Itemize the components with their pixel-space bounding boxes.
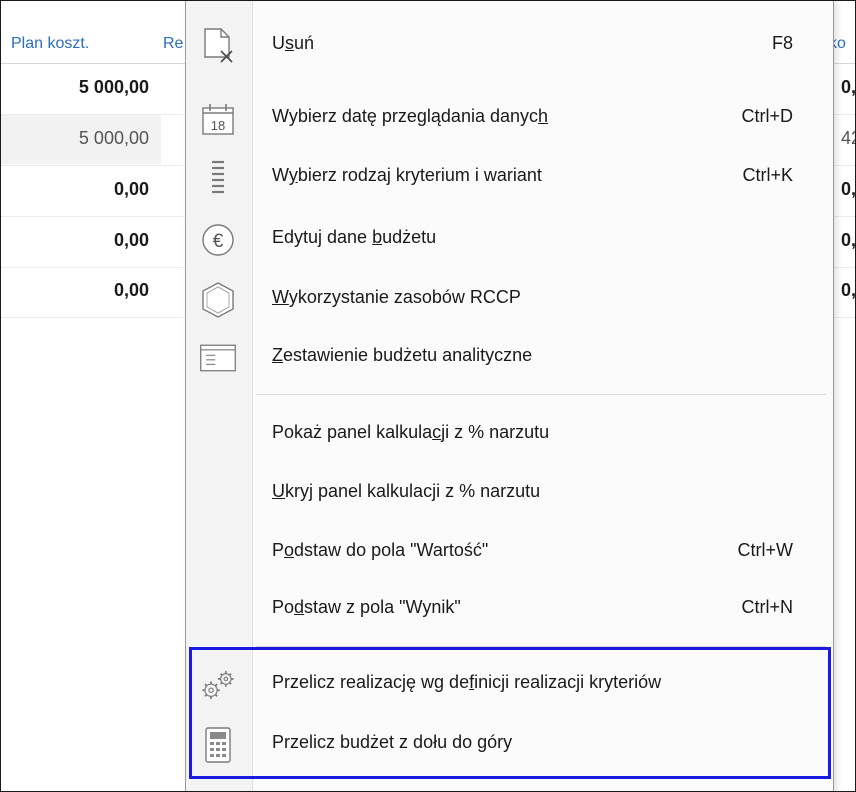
table-cell-value: 5 000,00: [78, 77, 149, 97]
menu-item-pokaz-panel[interactable]: Pokaż panel kalkulacji z % narzutu: [186, 406, 833, 462]
resource-cube-icon: [198, 282, 238, 318]
menu-item-zestawienie-budzetu[interactable]: Zestawienie budżetu analityczne: [186, 329, 833, 385]
svg-text:€: €: [213, 231, 224, 252]
menu-item-wybierz-date[interactable]: 18 Wybierz datę przeglądania danych Ctrl…: [186, 90, 833, 146]
calendar-icon: 18: [198, 102, 238, 136]
table-cell-edge: 42: [841, 128, 855, 148]
column-header-re[interactable]: Re: [163, 35, 183, 53]
table-cell-edge: 0,: [841, 230, 856, 250]
menu-item-label: Usuń: [272, 33, 315, 53]
menu-item-label: Ukryj panel kalkulacji z % narzutu: [272, 481, 541, 501]
menu-item-wybierz-rodzaj[interactable]: Wybierz rodzaj kryterium i wariant Ctrl+…: [186, 149, 833, 205]
menu-item-ukryj-panel[interactable]: Ukryj panel kalkulacji z % narzutu: [186, 465, 833, 521]
menu-item-label: Podstaw do pola "Wartość": [272, 540, 489, 560]
menu-separator: [256, 394, 826, 395]
analytic-report-icon: [198, 341, 238, 375]
table-cell-edge: 0,: [841, 179, 856, 199]
table-cell-value: 0,00: [113, 230, 149, 250]
menu-item-label: Pokaż panel kalkulacji z % narzutu: [272, 422, 550, 442]
table-cell-value: 5 000,00: [78, 128, 149, 148]
menu-item-label: Wybierz rodzaj kryterium i wariant: [272, 165, 542, 185]
menu-item-podstaw-do-pola[interactable]: Podstaw do pola "Wartość" Ctrl+W: [186, 524, 833, 580]
criteria-list-icon: [198, 160, 238, 195]
menu-item-label: Wybierz datę przeglądania danych: [272, 106, 549, 126]
menu-item-podstaw-z-pola[interactable]: Podstaw z pola "Wynik" Ctrl+N: [186, 581, 833, 637]
menu-item-usun[interactable]: Usuń F8: [186, 17, 833, 73]
menu-item-shortcut: Ctrl+D: [741, 106, 793, 126]
table-cell-edge: 0,: [841, 280, 856, 300]
menu-item-shortcut: F8: [771, 33, 793, 53]
menu-item-shortcut: Ctrl+N: [741, 597, 793, 617]
table-cell-value: 0,00: [113, 179, 149, 199]
menu-item-wykorzystanie-zasobow[interactable]: Wykorzystanie zasobów RCCP: [186, 271, 833, 327]
column-header-plan-koszt[interactable]: Plan koszt.: [11, 35, 89, 53]
table-cell-edge: 0,: [841, 77, 856, 97]
delete-document-icon: [198, 28, 238, 63]
menu-item-label: Wykorzystanie zasobów RCCP: [272, 287, 521, 307]
highlight-box: [189, 647, 831, 779]
window-frame: Plan koszt. Re ko 5 000,00 0, 5 000,00 4…: [0, 0, 856, 792]
menu-item-shortcut: Ctrl+W: [737, 540, 794, 560]
menu-item-shortcut: Ctrl+K: [742, 165, 793, 185]
menu-item-label: Zestawienie budżetu analityczne: [272, 345, 533, 365]
table-cell-value: 0,00: [113, 280, 149, 300]
menu-item-label: Podstaw z pola "Wynik": [272, 597, 461, 617]
menu-item-edytuj-dane-budzetu[interactable]: € Edytuj dane budżetu: [186, 211, 833, 267]
euro-icon: €: [198, 223, 238, 257]
menu-item-label: Edytuj dane budżetu: [272, 227, 437, 247]
svg-text:18: 18: [211, 118, 225, 133]
